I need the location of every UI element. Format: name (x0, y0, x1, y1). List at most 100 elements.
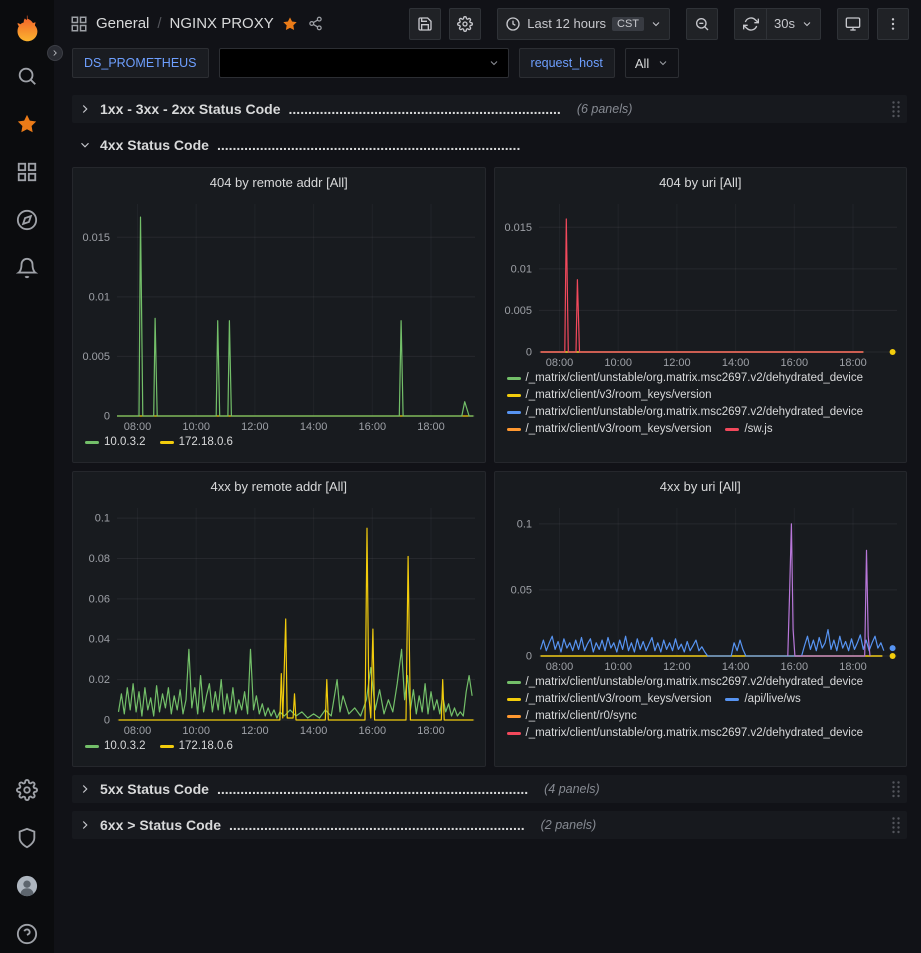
drag-handle-icon[interactable] (891, 816, 901, 834)
variable-value-ds-prometheus[interactable] (219, 48, 509, 78)
svg-text:0: 0 (525, 651, 531, 663)
svg-text:0.1: 0.1 (516, 518, 531, 530)
legend-item[interactable]: /sw.js (725, 423, 772, 435)
svg-text:0.005: 0.005 (504, 305, 532, 317)
svg-text:0.01: 0.01 (510, 263, 531, 275)
legend-item[interactable]: /_matrix/client/unstable/org.matrix.msc2… (507, 676, 864, 688)
legend-series-label: 10.0.3.2 (104, 740, 146, 752)
svg-text:0.005: 0.005 (82, 351, 110, 363)
variable-label-request-host: request_host (519, 48, 615, 78)
svg-text:16:00: 16:00 (780, 661, 808, 673)
legend-series-color (85, 745, 99, 748)
time-series-chart[interactable]: 00.0050.010.01508:0010:0012:0014:0016:00… (495, 196, 907, 370)
legend-item[interactable]: /_matrix/client/v3/room_keys/version (507, 389, 712, 401)
chart-legend: /_matrix/client/unstable/org.matrix.msc2… (495, 370, 907, 462)
grafana-app: General / NGINX PROXY Last 12 hours CST (0, 0, 921, 953)
favorite-star-icon[interactable] (282, 16, 298, 32)
search-icon[interactable] (16, 65, 38, 87)
panel-4xx-by-uri: 4xx by uri [All] 00.050.108:0010:0012:00… (494, 471, 908, 767)
legend-series-label: /_matrix/client/unstable/org.matrix.msc2… (526, 676, 864, 688)
refresh-interval-label: 30s (774, 16, 795, 31)
svg-text:0.01: 0.01 (89, 291, 110, 303)
chevron-down-icon (657, 57, 669, 69)
zoom-out-button[interactable] (686, 8, 718, 40)
panel-404-by-uri: 404 by uri [All] 00.0050.010.01508:0010:… (494, 167, 908, 463)
refresh-button[interactable] (734, 8, 766, 40)
drag-handle-icon[interactable] (891, 780, 901, 798)
svg-text:10:00: 10:00 (604, 661, 632, 673)
svg-text:0.04: 0.04 (89, 634, 110, 646)
alerting-bell-icon[interactable] (16, 257, 38, 279)
svg-text:0.1: 0.1 (95, 513, 110, 525)
chevron-down-icon (801, 18, 813, 30)
share-icon[interactable] (308, 16, 323, 31)
starred-icon[interactable] (16, 113, 38, 135)
row-6xx[interactable]: 6xx > Status Code ......................… (72, 811, 907, 839)
legend-item[interactable]: /_matrix/client/unstable/org.matrix.msc2… (507, 406, 864, 418)
main-area: General / NGINX PROXY Last 12 hours CST (54, 0, 921, 953)
legend-series-label: /api/live/ws (744, 693, 800, 705)
svg-text:0: 0 (104, 715, 110, 727)
legend-item[interactable]: /_matrix/client/v3/room_keys/version (507, 423, 712, 435)
svg-text:10:00: 10:00 (182, 421, 210, 433)
dashboard-title[interactable]: NGINX PROXY (170, 15, 274, 32)
explore-compass-icon[interactable] (16, 209, 38, 231)
legend-item[interactable]: /_matrix/client/unstable/org.matrix.msc2… (507, 727, 864, 739)
row-1xx-3xx-2xx[interactable]: 1xx - 3xx - 2xx Status Code ............… (72, 95, 907, 123)
sidebar (0, 0, 54, 953)
sidebar-bottom-icons (16, 779, 38, 945)
panel-header[interactable]: 4xx by remote addr [All] (73, 472, 485, 500)
configuration-gear-icon[interactable] (16, 779, 38, 801)
panel-header[interactable]: 404 by remote addr [All] (73, 168, 485, 196)
refresh-interval-picker[interactable]: 30s (766, 8, 821, 40)
chevron-down-icon (488, 57, 500, 69)
grafana-logo[interactable] (12, 13, 42, 43)
variables-bar: DS_PROMETHEUS request_host All (54, 47, 921, 87)
legend-item[interactable]: /_matrix/client/unstable/org.matrix.msc2… (507, 372, 864, 384)
variable-label-ds-prometheus: DS_PROMETHEUS (72, 48, 209, 78)
time-range-label: Last 12 hours (527, 16, 606, 31)
time-series-chart[interactable]: 00.020.040.060.080.108:0010:0012:0014:00… (73, 500, 485, 738)
drag-handle-icon[interactable] (891, 100, 901, 118)
svg-text:12:00: 12:00 (241, 421, 269, 433)
cycle-view-button[interactable] (837, 8, 869, 40)
dashboard-settings-button[interactable] (449, 8, 481, 40)
save-icon (417, 16, 433, 32)
sidebar-expand-button[interactable] (47, 45, 63, 61)
legend-item[interactable]: /_matrix/client/v3/room_keys/version (507, 693, 712, 705)
legend-item[interactable]: 10.0.3.2 (85, 436, 146, 448)
panel-404-by-remote-addr: 404 by remote addr [All] 00.0050.010.015… (72, 167, 486, 463)
legend-series-label: /_matrix/client/v3/room_keys/version (526, 423, 712, 435)
legend-series-color (507, 394, 521, 397)
legend-series-color (507, 411, 521, 414)
user-avatar[interactable] (16, 875, 38, 897)
legend-item[interactable]: /_matrix/client/r0/sync (507, 710, 637, 722)
svg-text:12:00: 12:00 (663, 661, 691, 673)
time-series-chart[interactable]: 00.050.108:0010:0012:0014:0016:0018:00 (495, 500, 907, 674)
breadcrumb-folder[interactable]: General (96, 15, 149, 32)
legend-item[interactable]: 10.0.3.2 (85, 740, 146, 752)
legend-item[interactable]: /api/live/ws (725, 693, 800, 705)
legend-item[interactable]: 172.18.0.6 (160, 436, 233, 448)
chart-legend: 10.0.3.2 172.18.0.6 (73, 738, 485, 766)
svg-text:14:00: 14:00 (721, 357, 749, 369)
row-4xx[interactable]: 4xx Status Code ........................… (72, 131, 907, 159)
time-range-picker[interactable]: Last 12 hours CST (497, 8, 670, 40)
refresh-icon (743, 16, 759, 32)
time-series-chart[interactable]: 00.0050.010.01508:0010:0012:0014:0016:00… (73, 196, 485, 434)
svg-text:18:00: 18:00 (417, 725, 445, 737)
panel-header[interactable]: 404 by uri [All] (495, 168, 907, 196)
svg-text:12:00: 12:00 (241, 725, 269, 737)
more-options-button[interactable] (877, 8, 909, 40)
variable-value-request-host[interactable]: All (625, 48, 679, 78)
dashboards-icon[interactable] (16, 161, 38, 183)
save-dashboard-button[interactable] (409, 8, 441, 40)
help-icon[interactable] (16, 923, 38, 945)
row-5xx[interactable]: 5xx Status Code ........................… (72, 775, 907, 803)
chevron-down-icon (78, 138, 92, 152)
apps-grid-icon[interactable] (70, 15, 88, 33)
legend-item[interactable]: 172.18.0.6 (160, 740, 233, 752)
panel-header[interactable]: 4xx by uri [All] (495, 472, 907, 500)
legend-series-color (725, 698, 739, 701)
server-admin-shield-icon[interactable] (16, 827, 38, 849)
